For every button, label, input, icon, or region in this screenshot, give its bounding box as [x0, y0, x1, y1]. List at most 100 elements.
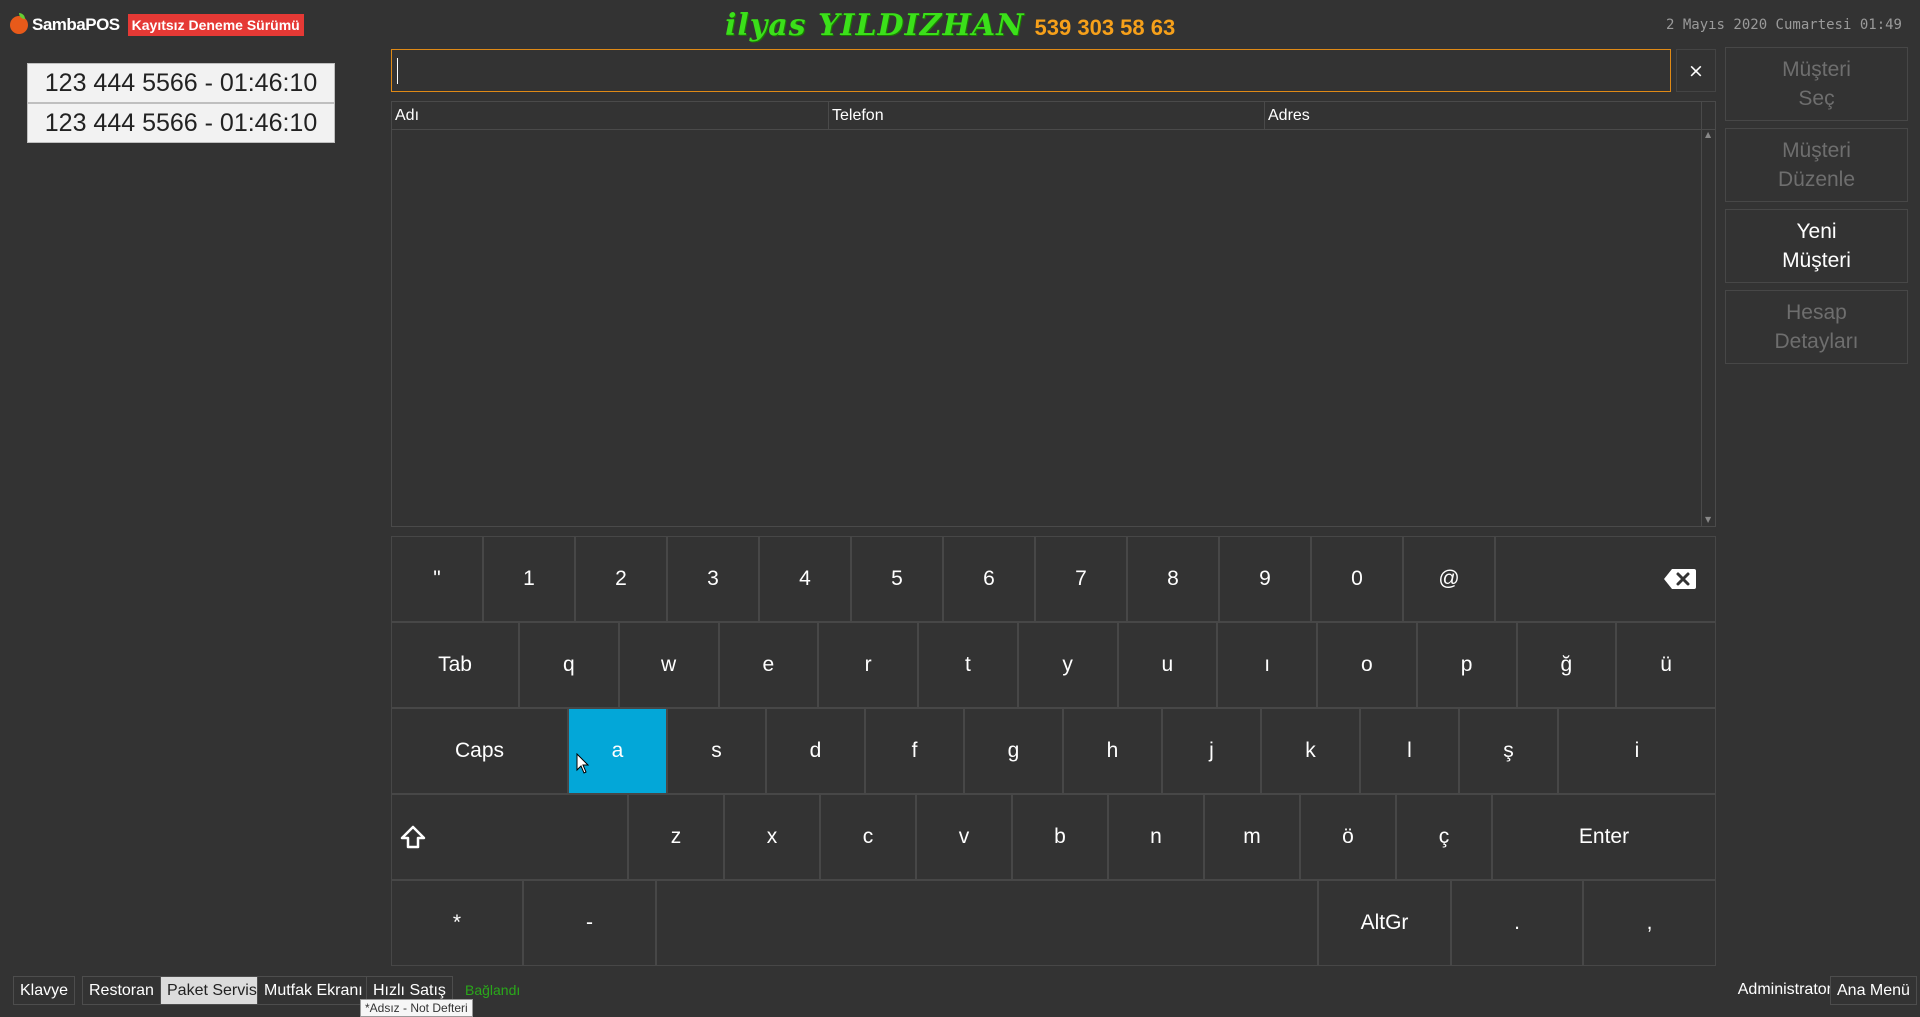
key-b[interactable]: b [1012, 794, 1108, 880]
tab-delivery-service[interactable]: Paket Servis [160, 976, 264, 1005]
column-header-address[interactable]: Adres [1265, 102, 1701, 129]
key-k[interactable]: k [1261, 708, 1360, 794]
keyboard-row-numbers: " 1 2 3 4 5 6 7 8 9 0 @ [391, 536, 1716, 622]
key-z[interactable]: z [628, 794, 724, 880]
customer-search-box[interactable] [391, 49, 1671, 92]
key-quote[interactable]: " [391, 536, 483, 622]
customer-search-input[interactable] [392, 50, 1670, 91]
key-caps[interactable]: Caps [391, 708, 568, 794]
key-8[interactable]: 8 [1127, 536, 1219, 622]
trial-badge: Kayıtsız Deneme Sürümü [127, 14, 304, 36]
tab-keyboard[interactable]: Klavye [13, 976, 76, 1005]
keyboard-row-z: z x c v b n m ö ç Enter [391, 794, 1716, 880]
key-s-cedilla[interactable]: ş [1459, 708, 1558, 794]
keyboard-row-q: Tab q w e r t y u ı o p ğ ü [391, 622, 1716, 708]
key-p[interactable]: p [1416, 622, 1517, 708]
brand-title: ilyas YILDIZHAN 539 303 58 63 [725, 8, 1175, 43]
new-customer-button[interactable]: Yeni Müşteri [1725, 209, 1908, 283]
key-w[interactable]: w [618, 622, 719, 708]
key-n[interactable]: n [1108, 794, 1204, 880]
caller-id-item[interactable]: 123 444 5566 - 01:46:10 [27, 63, 335, 103]
key-g-breve[interactable]: ğ [1516, 622, 1617, 708]
shift-icon [400, 825, 426, 849]
key-9[interactable]: 9 [1219, 536, 1311, 622]
key-dotless-i[interactable]: ı [1217, 622, 1317, 708]
key-i[interactable]: i [1558, 708, 1716, 794]
key-t[interactable]: t [918, 622, 1018, 708]
tab-restaurant[interactable]: Restoran [82, 976, 161, 1005]
keyboard-row-bottom: * - AltGr . , [391, 880, 1716, 966]
key-d[interactable]: d [766, 708, 865, 794]
key-space[interactable] [656, 880, 1318, 966]
backspace-icon [1664, 569, 1696, 589]
key-v[interactable]: v [916, 794, 1012, 880]
key-comma[interactable]: , [1583, 880, 1716, 966]
key-7[interactable]: 7 [1035, 536, 1127, 622]
key-y[interactable]: y [1017, 622, 1118, 708]
key-l[interactable]: l [1360, 708, 1459, 794]
key-tab[interactable]: Tab [391, 622, 519, 708]
caller-id-list: 123 444 5566 - 01:46:10 123 444 5566 - 0… [27, 63, 335, 143]
key-o-umlaut[interactable]: ö [1300, 794, 1396, 880]
key-f[interactable]: f [865, 708, 964, 794]
keyboard-row-a: Caps a s d f g h j k l ş i [391, 708, 1716, 794]
sambapos-logo-icon [10, 13, 28, 34]
select-customer-button[interactable]: Müşteri Seç [1725, 47, 1908, 121]
key-4[interactable]: 4 [759, 536, 851, 622]
key-g[interactable]: g [964, 708, 1063, 794]
key-j[interactable]: j [1162, 708, 1261, 794]
clear-search-button[interactable]: × [1676, 49, 1716, 92]
key-5[interactable]: 5 [851, 536, 943, 622]
column-header-phone[interactable]: Telefon [829, 102, 1265, 129]
connection-status: Bağlandı [465, 982, 521, 998]
window-tooltip: *Adsız - Not Defteri [360, 999, 473, 1017]
mouse-cursor-icon [576, 753, 590, 774]
key-0[interactable]: 0 [1311, 536, 1403, 622]
text-caret [397, 58, 398, 84]
key-altgr[interactable]: AltGr [1318, 880, 1451, 966]
key-e[interactable]: e [718, 622, 819, 708]
key-enter[interactable]: Enter [1492, 794, 1716, 880]
taskbar: Klavye Restoran Paket Servis Mutfak Ekra… [0, 976, 1920, 1017]
key-6[interactable]: 6 [943, 536, 1035, 622]
main-menu-button[interactable]: Ana Menü [1830, 976, 1917, 1005]
grid-scrollbar[interactable]: ▲ ▼ [1701, 102, 1715, 526]
key-shift[interactable] [391, 794, 628, 880]
edit-customer-button[interactable]: Müşteri Düzenle [1725, 128, 1908, 202]
key-period[interactable]: . [1451, 880, 1583, 966]
key-r[interactable]: r [818, 622, 918, 708]
brand-phone: 539 303 58 63 [1034, 15, 1176, 40]
account-details-button[interactable]: Hesap Detayları [1725, 290, 1908, 364]
customer-grid: Adı Telefon Adres ▲ ▼ [391, 101, 1716, 527]
key-u[interactable]: u [1117, 622, 1218, 708]
brand-name: ilyas YILDIZHAN [725, 8, 1025, 43]
key-minus[interactable]: - [523, 880, 656, 966]
app-logo: SambaPOS Kayıtsız Deneme Sürümü [10, 13, 304, 36]
key-a[interactable]: a [568, 708, 667, 794]
caller-id-item[interactable]: 123 444 5566 - 01:46:10 [27, 103, 335, 143]
key-3[interactable]: 3 [667, 536, 759, 622]
key-o[interactable]: o [1317, 622, 1417, 708]
column-header-name[interactable]: Adı [392, 102, 829, 129]
key-asterisk[interactable]: * [391, 880, 523, 966]
key-q[interactable]: q [519, 622, 619, 708]
key-x[interactable]: x [724, 794, 820, 880]
key-s[interactable]: s [667, 708, 766, 794]
scroll-down-icon[interactable]: ▼ [1705, 515, 1711, 524]
key-c[interactable]: c [820, 794, 916, 880]
key-m[interactable]: m [1204, 794, 1300, 880]
tab-kitchen-screen[interactable]: Mutfak Ekranı [257, 976, 370, 1005]
datetime: 2 Mayıs 2020 Cumartesi 01:49 [1665, 17, 1902, 33]
logo-text: SambaPOS [32, 15, 120, 34]
key-2[interactable]: 2 [575, 536, 667, 622]
key-u-umlaut[interactable]: ü [1616, 622, 1716, 708]
on-screen-keyboard: " 1 2 3 4 5 6 7 8 9 0 @ Tab q w e r t y … [391, 536, 1716, 968]
scroll-up-icon[interactable]: ▲ [1705, 130, 1711, 139]
key-h[interactable]: h [1063, 708, 1162, 794]
key-at[interactable]: @ [1403, 536, 1495, 622]
key-c-cedilla[interactable]: ç [1396, 794, 1492, 880]
user-label: Administrator [1737, 981, 1832, 998]
key-1[interactable]: 1 [483, 536, 575, 622]
key-backspace[interactable] [1495, 536, 1716, 622]
grid-header: Adı Telefon Adres [392, 102, 1715, 130]
